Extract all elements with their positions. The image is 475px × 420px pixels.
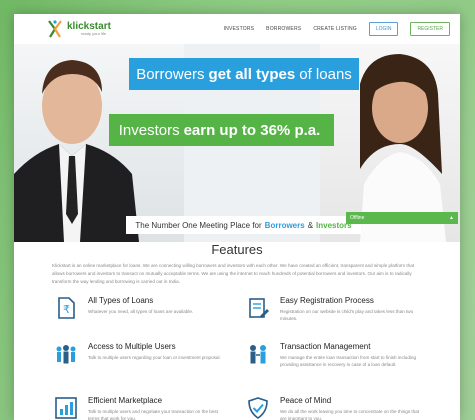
feature-desc: Whatever you need, all types of loans ar… [88,309,194,314]
feature-item: Transaction Management We manage the ent… [246,342,426,382]
feature-desc: We do all the work leaving you time to c… [280,409,420,420]
logo[interactable]: klickstart ready your life [46,19,111,39]
top-nav: klickstart ready your life INVESTORS BOR… [14,14,460,44]
banner1-post: of loans [299,65,352,83]
feature-item: Peace of Mind We do all the work leaving… [246,396,426,420]
banner1-pre: Borrowers [136,65,205,83]
borrowers-banner: Borrowers get all types of loans [129,58,359,90]
banner2-bold: earn up to 36% p.a. [183,121,321,139]
nav-investors[interactable]: INVESTORS [224,26,255,32]
investors-banner: Investors earn up to 36% p.a. [109,114,334,146]
tagline-borrowers: Borrowers [264,220,305,230]
feature-item: ₹ All Types of Loans Whatever you need, … [54,296,234,336]
logo-tagline: ready your life [81,31,107,36]
features-title: Features [211,242,263,257]
transaction-icon [250,345,266,364]
svg-text:₹: ₹ [63,303,70,316]
offline-chat-widget[interactable]: Offline ▲ [346,212,458,224]
feature-title: Peace of Mind [280,396,332,405]
feature-desc: Registration on our website is child's p… [280,309,414,321]
browser-page: klickstart ready your life INVESTORS BOR… [14,14,460,420]
chart-icon [55,397,77,419]
feature-desc: We manage the entire loan transaction fr… [280,355,417,367]
feature-title: Transaction Management [280,342,371,351]
feature-item: Easy Registration Process Registration o… [246,296,426,336]
nav-links: INVESTORS BORROWERS CREATE LISTING LOGIN… [224,22,450,36]
feature-title: Easy Registration Process [280,296,374,305]
chevron-up-icon: ▲ [449,215,454,221]
register-button[interactable]: REGISTER [410,22,450,36]
tagline-amp: & [307,220,314,230]
features-section: Features [14,242,460,257]
hero-tagline: The Number One Meeting Place for Borrowe… [126,216,361,234]
feature-item: Efficient Marketplace Talk to multiple u… [54,396,234,420]
rupee-document-icon: ₹ [58,297,75,319]
feature-item: Access to Multiple Users Talk to multipl… [54,342,234,382]
feature-title: Access to Multiple Users [88,342,176,351]
users-icon [56,345,76,364]
login-button[interactable]: LOGIN [368,22,399,36]
banner2-pre: Investors [118,121,180,139]
feature-title: Efficient Marketplace [88,396,163,405]
klickstart-logo-icon [48,20,62,38]
offline-label: Offline [350,215,365,221]
feature-title: All Types of Loans [88,296,154,305]
banner1-bold: get all types [208,65,296,83]
feature-desc: Talk to multiple users regarding your lo… [88,355,221,360]
registration-icon [249,298,269,318]
nav-borrowers[interactable]: BORROWERS [266,26,301,32]
features-intro: Klickstart is an online marketplace for … [52,263,415,284]
shield-check-icon [248,397,268,419]
tagline-pre: The Number One Meeting Place for [135,220,262,230]
feature-desc: Talk to multiple users and negotiate you… [88,409,218,420]
nav-create-listing[interactable]: CREATE LISTING [313,26,357,32]
